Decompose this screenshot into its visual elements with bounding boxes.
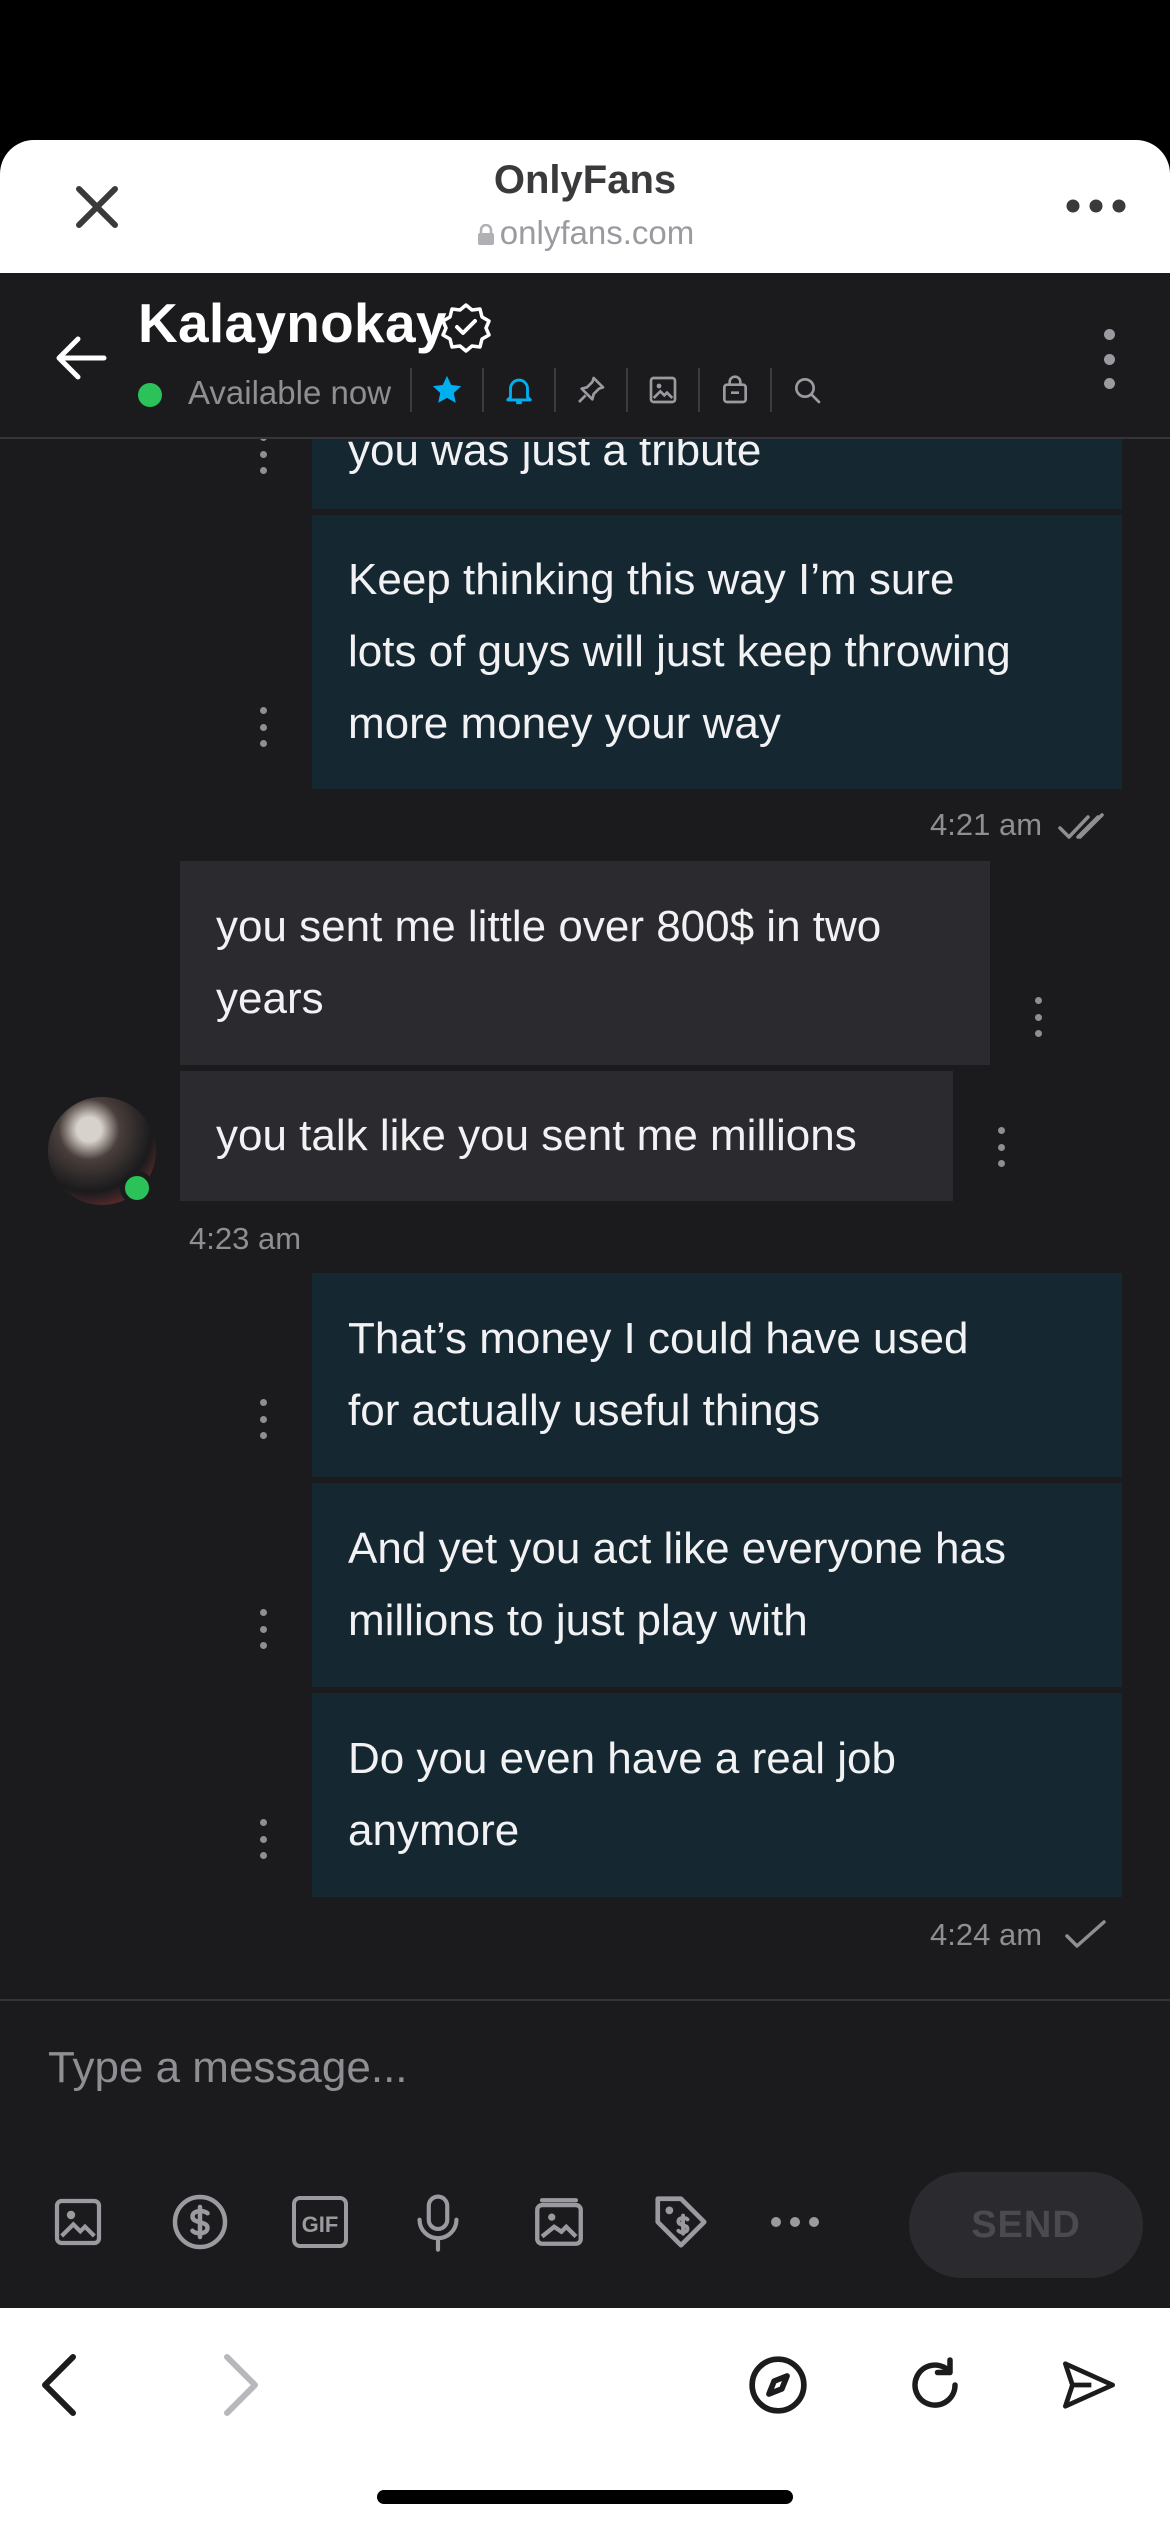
outgoing-message[interactable]: Do you even have a real job anymore (312, 1693, 1122, 1897)
shopping-bag-icon (723, 375, 747, 404)
status-bar-area (0, 0, 1170, 140)
back-button[interactable] (46, 323, 116, 393)
lock-icon (477, 224, 494, 246)
message-text: Do you even have a real job anymore (348, 1734, 896, 1855)
bell-icon (506, 378, 532, 405)
verified-badge-icon (441, 303, 491, 353)
home-indicator (377, 2490, 793, 2504)
outgoing-message[interactable]: And yet you act like everyone has millio… (312, 1483, 1122, 1687)
message-input[interactable]: Type a message... (48, 2043, 748, 2093)
outgoing-message[interactable]: you was just a tribute (312, 439, 1122, 509)
price-tag-button[interactable] (650, 2186, 770, 2258)
check-icon (1065, 1920, 1106, 1948)
purchases-button[interactable] (700, 365, 770, 415)
message-options-button[interactable] (256, 1819, 270, 1859)
price-tag-icon (655, 2196, 707, 2248)
message-text: Keep thinking this way I’m sure lots of … (348, 555, 1011, 748)
pin-button[interactable] (556, 365, 626, 415)
dot (1103, 353, 1115, 365)
message-options-button[interactable] (994, 1127, 1008, 1167)
site-url: onlyfans.com (0, 214, 1170, 252)
media-gallery-button[interactable] (628, 365, 698, 415)
outgoing-message[interactable]: Keep thinking this way I’m sure lots of … (312, 515, 1122, 789)
incoming-message[interactable]: you sent me little over 800$ in two year… (180, 861, 990, 1065)
search-icon (795, 378, 821, 404)
message-timestamp: 4:21 am (930, 807, 1043, 842)
more-horizontal-icon (1066, 199, 1126, 213)
chevron-right-icon (224, 2354, 258, 2416)
composer-toolbar: GIF (50, 2186, 890, 2258)
message-options-button[interactable] (256, 1399, 270, 1439)
message-options-button[interactable] (1031, 997, 1045, 1037)
send-arrow-icon (1063, 2361, 1115, 2409)
vault-button[interactable] (530, 2186, 650, 2258)
more-horizontal-icon (771, 2217, 819, 2227)
send-button[interactable]: SEND (909, 2172, 1143, 2278)
open-in-browser-button[interactable] (733, 2340, 823, 2430)
chat-options-button[interactable] (1094, 329, 1124, 389)
avatar-online-indicator (120, 1171, 154, 1205)
gif-button[interactable]: GIF (290, 2186, 410, 2258)
arrow-left-icon (56, 336, 107, 380)
url-text: onlyfans.com (499, 214, 695, 251)
browser-forward-button[interactable] (196, 2340, 286, 2430)
share-button[interactable] (1044, 2340, 1134, 2430)
reload-button[interactable] (890, 2340, 980, 2430)
image-icon (649, 376, 677, 404)
chevron-left-icon (42, 2354, 76, 2416)
site-title: OnlyFans (493, 158, 677, 202)
star-icon (432, 375, 462, 403)
compass-icon (749, 2356, 807, 2414)
browser-more-button[interactable] (1056, 186, 1136, 226)
search-button[interactable] (772, 365, 842, 415)
dollar-circle-icon (172, 2194, 228, 2250)
header-action-icons (410, 365, 842, 415)
more-options-button[interactable] (770, 2186, 890, 2258)
voice-message-button[interactable] (410, 2186, 530, 2258)
message-options-button[interactable] (256, 439, 270, 474)
availability-status: Available now (188, 374, 392, 411)
dot (1103, 378, 1115, 389)
gif-label: GIF (302, 2212, 339, 2237)
message-text: you sent me little over 800$ in two year… (216, 902, 882, 1023)
favorite-button[interactable] (412, 365, 482, 415)
pin-icon (578, 376, 605, 403)
online-status-dot (138, 383, 162, 407)
browser-back-button[interactable] (14, 2340, 104, 2430)
vault-image-icon (535, 2198, 583, 2246)
dot (1103, 329, 1115, 340)
message-options-button[interactable] (256, 707, 270, 747)
incoming-message[interactable]: you talk like you sent me millions (180, 1071, 953, 1201)
message-text: you talk like you sent me millions (216, 1111, 857, 1160)
notifications-button[interactable] (484, 365, 554, 415)
refresh-icon (912, 2357, 958, 2408)
chat-header: Kalaynokay Available now (0, 273, 1170, 439)
image-icon (54, 2198, 102, 2246)
message-timestamp: 4:24 am (930, 1917, 1043, 1952)
outgoing-message[interactable]: That’s money I could have used for actua… (312, 1273, 1122, 1477)
double-check-icon (1058, 813, 1104, 839)
chat-username[interactable]: Kalaynokay (138, 291, 447, 355)
attach-image-button[interactable] (50, 2186, 170, 2258)
tip-button[interactable] (170, 2186, 290, 2258)
message-text: And yet you act like everyone has millio… (348, 1524, 1006, 1645)
message-options-button[interactable] (256, 1609, 270, 1649)
message-text: you was just a tribute (348, 439, 762, 475)
message-timestamp: 4:23 am (189, 1221, 302, 1256)
gif-icon: GIF (292, 2196, 348, 2248)
microphone-icon (417, 2194, 459, 2252)
message-text: That’s money I could have used for actua… (348, 1314, 969, 1435)
